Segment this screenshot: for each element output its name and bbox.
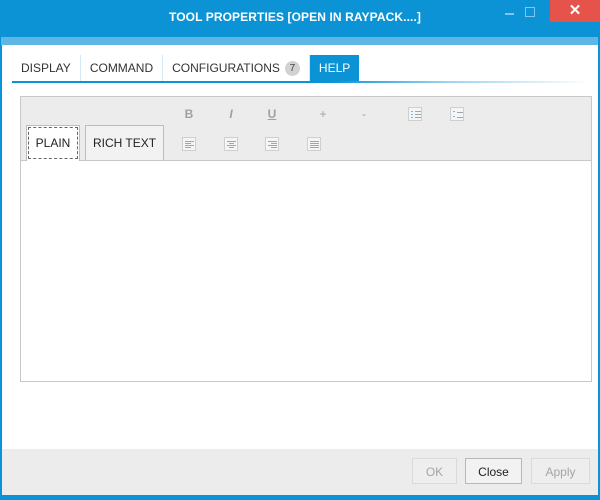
apply-button[interactable]: Apply <box>531 458 590 484</box>
align-right-icon[interactable] <box>265 137 279 151</box>
dialog-footer: OK Close Apply <box>2 449 598 495</box>
ok-button[interactable]: OK <box>412 458 457 484</box>
rich-text-mode-button[interactable]: RICH TEXT <box>85 125 164 160</box>
tab-label: CONFIGURATIONS <box>172 61 280 75</box>
align-left-icon[interactable] <box>182 137 196 151</box>
bold-button[interactable]: B <box>181 106 197 122</box>
tab-display[interactable]: DISPLAY <box>12 55 81 81</box>
close-button[interactable]: Close <box>465 458 522 484</box>
editor-toolbar: PLAIN RICH TEXT B I U + - <box>21 97 591 161</box>
maximize-icon[interactable] <box>525 7 535 17</box>
numbered-list-icon[interactable] <box>450 107 464 121</box>
help-editor: PLAIN RICH TEXT B I U + - <box>20 96 592 382</box>
tab-command[interactable]: COMMAND <box>81 55 164 81</box>
dialog-content: DISPLAY COMMAND CONFIGURATIONS 7 HELP PLA… <box>2 45 598 449</box>
plain-label: PLAIN <box>27 127 79 159</box>
tab-label: DISPLAY <box>21 61 71 75</box>
decrease-indent-button[interactable]: - <box>356 106 372 122</box>
tab-underline <box>12 81 592 83</box>
underline-button[interactable]: U <box>264 106 280 122</box>
title-bar: TOOL PROPERTIES [OPEN IN RAYPACK....] ✕ <box>0 0 600 37</box>
increase-indent-button[interactable]: + <box>315 106 331 122</box>
tab-label: COMMAND <box>89 61 154 75</box>
close-window-button[interactable]: ✕ <box>550 0 600 22</box>
plain-mode-button[interactable]: PLAIN <box>26 125 80 161</box>
align-center-icon[interactable] <box>224 137 238 151</box>
minimize-icon[interactable] <box>505 13 514 15</box>
count-badge: 7 <box>284 60 300 76</box>
tab-configurations[interactable]: CONFIGURATIONS 7 <box>163 55 310 81</box>
tab-bar: DISPLAY COMMAND CONFIGURATIONS 7 HELP <box>12 55 360 81</box>
title-substrip <box>1 37 598 45</box>
editor-text-area[interactable] <box>21 161 591 381</box>
tab-help[interactable]: HELP <box>309 55 360 81</box>
justify-icon[interactable] <box>307 137 321 151</box>
italic-button[interactable]: I <box>223 106 239 122</box>
bullet-list-icon[interactable] <box>408 107 422 121</box>
tab-label: HELP <box>318 61 351 75</box>
